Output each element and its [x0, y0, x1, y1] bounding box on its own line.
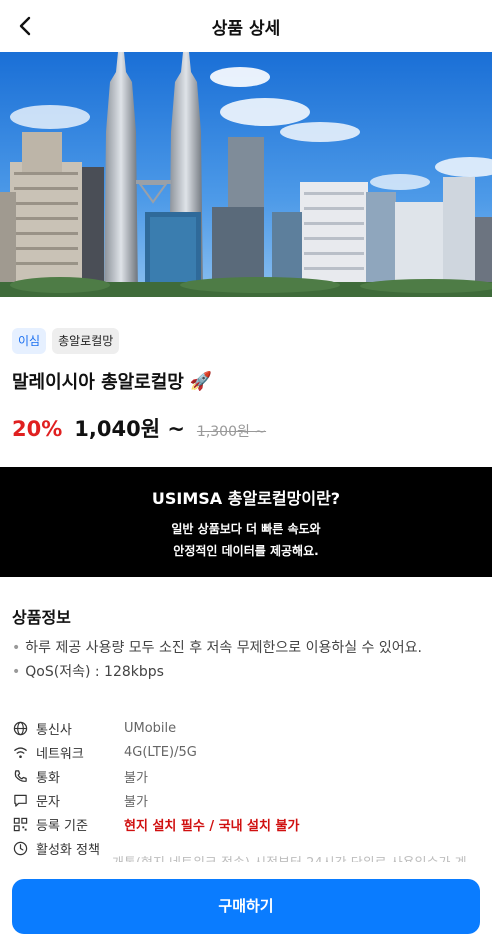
section-title-product-info: 상품정보 [12, 608, 71, 627]
spec-label: 문자 [36, 794, 60, 810]
bullet-dot-icon: • [12, 640, 21, 656]
tag-list: 이심 총알로컬망 [12, 328, 120, 354]
discount-rate: 20% [12, 417, 63, 441]
globe-icon [12, 720, 28, 736]
info-bullets: • 하루 제공 사용량 모두 소진 후 저속 무제한으로 이용하실 수 있어요.… [12, 636, 422, 684]
hero-image [0, 52, 492, 297]
skyline-illustration [0, 52, 492, 297]
banner-title: USIMSA 총알로컬망이란? [151, 489, 341, 508]
qr-icon [12, 816, 28, 832]
spec-value: 불가 [124, 794, 148, 810]
spec-row-call: 통화 불가 [12, 764, 482, 788]
phone-icon [12, 768, 28, 784]
product-detail-page: 상품 상세 이심 총알로컬망 말레이시아 총알로컬망 🚀 20% 1,040원 … [0, 0, 492, 939]
bullet-text: QoS(저속) : 128kbps [25, 664, 164, 680]
spec-row-network: 네트워크 4G(LTE)/5G [12, 740, 482, 764]
list-item: • 하루 제공 사용량 모두 소진 후 저속 무제한으로 이용하실 수 있어요. [12, 636, 422, 660]
price-row: 20% 1,040원 ~ 1,300원 ~ [12, 413, 266, 443]
spec-row-registration: 등록 기준 현지 설치 필수 / 국내 설치 불가 [12, 812, 482, 836]
spec-value: 4G(LTE)/5G [124, 744, 197, 760]
spec-value: 불가 [124, 770, 148, 786]
spec-label: 네트워크 [36, 746, 84, 762]
spec-value: 현지 설치 필수 / 국내 설치 불가 [124, 818, 300, 834]
spec-value: UMobile [124, 720, 177, 736]
rocket-icon: 🚀 [189, 370, 213, 392]
spec-label: 등록 기준 [36, 818, 88, 834]
spec-row-carrier: 통신사 UMobile [12, 716, 482, 740]
bullet-text: 하루 제공 사용량 모두 소진 후 저속 무제한으로 이용하실 수 있어요. [25, 640, 422, 656]
bullet-dot-icon: • [12, 664, 21, 680]
info-banner: USIMSA 총알로컬망이란? 일반 상품보다 더 빠른 속도와 안정적인 데이… [0, 467, 492, 577]
spec-label: 활성화 정책 [36, 842, 100, 858]
wifi-icon [12, 744, 28, 760]
tag-local-network: 총알로컬망 [52, 328, 120, 354]
spec-label: 통신사 [36, 722, 72, 738]
header: 상품 상세 [0, 0, 492, 52]
clock-icon [12, 840, 28, 856]
sale-price: 1,040원 ~ [74, 417, 185, 441]
original-price: 1,300원 ~ [196, 424, 267, 440]
spec-row-sms: 문자 불가 [12, 788, 482, 812]
list-item: • QoS(저속) : 128kbps [12, 660, 422, 684]
banner-line-2: 안정적인 데이터를 제공해요. [173, 544, 319, 558]
spec-label: 통화 [36, 770, 60, 786]
banner-line-1: 일반 상품보다 더 빠른 속도와 [171, 522, 321, 536]
tag-esim: 이심 [12, 328, 47, 354]
page-title: 상품 상세 [211, 19, 281, 39]
message-icon [12, 792, 28, 808]
product-title-text: 말레이시아 총알로컬망 [12, 372, 184, 393]
banner-description: 일반 상품보다 더 빠른 속도와 안정적인 데이터를 제공해요. [0, 518, 492, 562]
buy-button[interactable]: 구매하기 [12, 879, 480, 934]
spec-list: 통신사 UMobile 네트워크 4G(LTE)/5G 통화 불가 문자 불가 [12, 716, 482, 860]
product-title: 말레이시아 총알로컬망 🚀 [12, 368, 212, 394]
